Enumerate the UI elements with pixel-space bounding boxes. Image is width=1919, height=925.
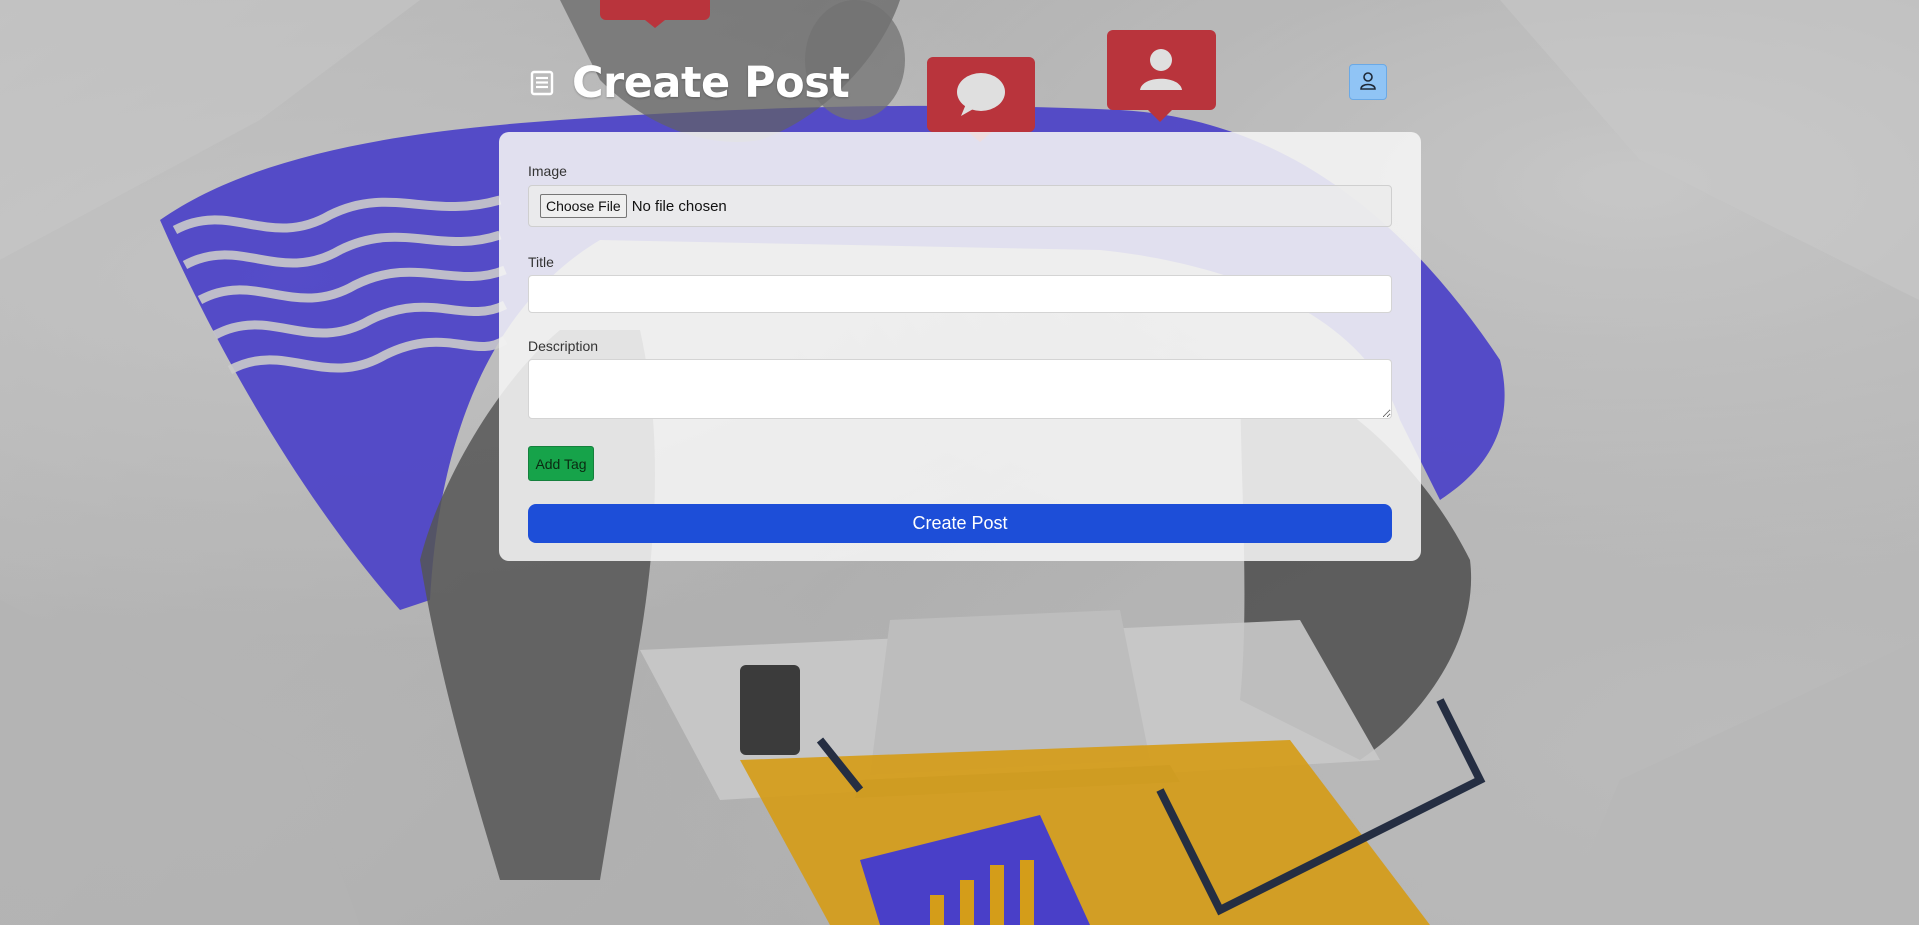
image-label: Image xyxy=(528,163,567,179)
title-input[interactable] xyxy=(528,275,1392,313)
document-icon xyxy=(528,69,556,97)
user-icon xyxy=(1359,71,1377,94)
description-textarea[interactable] xyxy=(528,359,1392,419)
description-label: Description xyxy=(528,338,599,354)
create-post-form: Image Choose File No file chosen Title D… xyxy=(499,132,1421,561)
page-header: Create Post xyxy=(528,56,1388,110)
page-title: Create Post xyxy=(572,58,850,108)
file-status-text: No file chosen xyxy=(631,197,727,215)
choose-file-button[interactable]: Choose File xyxy=(540,194,627,218)
image-file-input[interactable]: Choose File No file chosen xyxy=(528,185,1392,227)
title-label: Title xyxy=(528,254,554,270)
create-post-button[interactable]: Create Post xyxy=(528,504,1392,543)
add-tag-button[interactable]: Add Tag xyxy=(528,446,594,481)
profile-button[interactable] xyxy=(1349,64,1387,100)
